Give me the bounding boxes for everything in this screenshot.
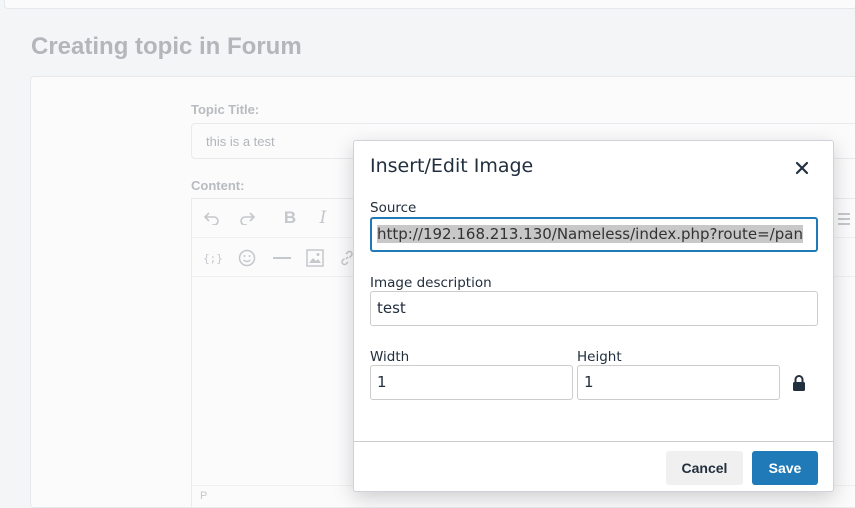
save-button[interactable]: Save [752,451,818,485]
topic-title-label: Topic Title: [191,102,260,117]
close-icon [795,161,809,175]
height-label: Height [577,349,622,365]
undo-icon[interactable] [200,206,224,230]
previous-card [4,0,855,9]
code-icon[interactable]: {;} [201,246,225,270]
lock-icon[interactable] [792,375,808,393]
image-description-input[interactable]: test [370,291,818,326]
height-input[interactable]: 1 [577,365,780,400]
dialog-title: Insert/Edit Image [370,155,534,177]
content-label: Content: [191,178,245,193]
align-icon[interactable] [832,207,855,231]
source-label: Source [370,200,417,216]
dialog-footer: Cancel Save [354,441,833,493]
source-selected-text: http://192.168.213.130/Nameless/index.ph… [377,225,803,243]
image-icon[interactable] [303,246,327,270]
italic-icon[interactable]: I [311,206,335,230]
width-input[interactable]: 1 [370,365,573,400]
page-title: Creating topic in Forum [31,33,302,60]
image-description-label: Image description [370,275,492,291]
close-button[interactable] [790,156,814,180]
cancel-button[interactable]: Cancel [666,451,743,485]
redo-icon[interactable] [235,206,259,230]
horizontal-rule-icon[interactable] [270,246,294,270]
bold-icon[interactable]: B [278,206,302,230]
width-label: Width [370,349,410,365]
emoji-icon[interactable] [235,246,259,270]
source-input[interactable]: http://192.168.213.130/Nameless/index.ph… [370,217,818,252]
insert-edit-image-dialog: Insert/Edit Image Source http://192.168.… [353,140,834,492]
